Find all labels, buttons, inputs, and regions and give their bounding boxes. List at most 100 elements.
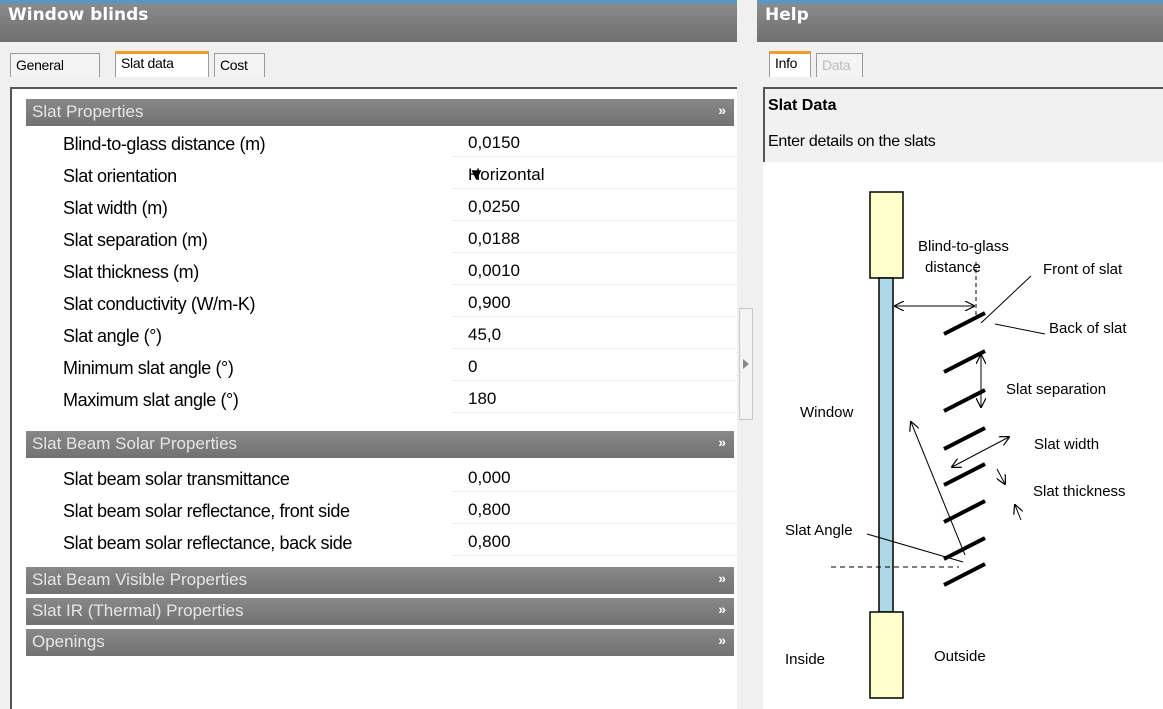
slat-thickness-arrow [1015,505,1021,521]
property-value: 0,0188 [468,229,520,248]
property-value-field[interactable]: 0,800 [452,529,742,556]
property-value: 0,000 [468,468,511,487]
property-value-field[interactable]: 45,0 [452,322,742,349]
row-slat-angle: Slat angle (°) 45,0 [26,320,742,351]
property-label: Slat thickness (m) [63,262,199,282]
label-inside: Inside [785,651,825,668]
property-label: Slat beam solar reflectance, back side [63,533,352,553]
section-title: Slat IR (Thermal) Properties [32,601,244,620]
label-slat-thickness: Slat thickness [1033,483,1126,500]
section-slat-beam-visible[interactable]: Slat Beam Visible Properties » [26,567,734,594]
property-value: 180 [468,389,497,408]
property-value-field[interactable]: 0,900 [452,290,742,317]
window-title: Window blinds [8,5,149,25]
row-blind-to-glass-distance: Blind-to-glass distance (m) 0,0150 [26,128,742,159]
front-of-slat-leader [980,275,1032,324]
row-slat-orientation: Slat orientation Horizontal ▼ [26,160,742,191]
row-slat-conductivity: Slat conductivity (W/m-K) 0,900 [26,288,742,319]
tab-cost[interactable]: Cost [214,53,265,77]
row-maximum-slat-angle: Maximum slat angle (°) 180 [26,384,742,415]
property-value: 0,0250 [468,197,520,216]
property-label: Maximum slat angle (°) [63,390,239,410]
title-bar: Window blinds [0,0,737,42]
row-slat-thickness: Slat thickness (m) 0,0010 [26,256,742,287]
property-label: Slat conductivity (W/m-K) [63,294,256,314]
label-window: Window [800,404,854,421]
row-slat-beam-solar-reflectance-front: Slat beam solar reflectance, front side … [26,495,742,526]
property-label: Blind-to-glass distance (m) [63,134,266,154]
property-value-field[interactable]: 180 [452,386,742,413]
slat-thickness-arrow [997,468,1005,484]
row-slat-width: Slat width (m) 0,0250 [26,192,742,223]
property-value-field[interactable]: 0,0250 [452,194,742,221]
section-title: Slat Properties [32,102,144,121]
dropdown-arrow-icon[interactable]: ▼ [468,165,732,185]
help-pane: Help Info Data Slat Data Enter details o… [757,0,1163,709]
label-slat-angle: Slat Angle [785,522,853,539]
property-value: 0,900 [468,293,511,312]
property-label: Slat width (m) [63,198,168,218]
slat [943,536,986,561]
triangle-right-icon[interactable] [743,359,749,369]
back-of-slat-leader [994,323,1046,335]
property-label: Slat orientation [63,166,177,186]
tab-info[interactable]: Info [769,51,811,77]
property-value-field[interactable]: 0,0010 [452,258,742,285]
property-label: Minimum slat angle (°) [63,358,234,378]
splitter-handle[interactable] [739,308,753,420]
property-value: 0,0150 [468,133,520,152]
property-grid: Slat Properties » Blind-to-glass distanc… [10,87,742,709]
property-value: 0,800 [468,532,511,551]
chevron-double-right-icon[interactable]: » [718,570,726,586]
pane-splitter[interactable] [737,0,757,709]
section-title: Slat Beam Visible Properties [32,570,248,589]
help-header: Slat Data Enter details on the slats [763,87,1163,162]
property-label: Slat angle (°) [63,326,162,346]
label-back-of-slat: Back of slat [1049,320,1127,337]
label-blind-to-glass: Blind-to-glass [918,238,1009,255]
tab-data[interactable]: Data [816,53,863,77]
property-value-field[interactable]: 0 [452,354,742,381]
chevron-double-right-icon[interactable]: » [718,632,726,648]
help-heading: Slat Data [768,97,837,114]
property-label: Slat beam solar reflectance, front side [63,501,350,521]
section-slat-properties[interactable]: Slat Properties » [26,99,734,126]
property-value-field[interactable]: 0,000 [452,465,742,492]
label-slat-width: Slat width [1034,436,1099,453]
label-slat-separation: Slat separation [1006,381,1106,398]
property-value-field[interactable]: 0,0188 [452,226,742,253]
window-frame-top [869,191,904,279]
help-title-bar: Help [757,0,1163,42]
property-value-field[interactable]: 0,800 [452,497,742,524]
slat [943,311,986,336]
chevron-double-right-icon[interactable]: » [718,601,726,617]
slat [943,426,986,451]
help-content: Slat Data Enter details on the slats Bli… [763,87,1163,709]
window-frame-bottom [869,611,904,699]
window-blinds-pane: Window blinds General Slat data Cost Sla… [0,0,742,709]
row-slat-beam-solar-transmittance: Slat beam solar transmittance 0,000 [26,463,742,494]
section-slat-ir-thermal[interactable]: Slat IR (Thermal) Properties » [26,598,734,625]
section-title: Openings [32,632,105,651]
slat [943,349,986,374]
section-openings[interactable]: Openings » [26,629,734,656]
help-title: Help [765,5,809,25]
tab-slat-data[interactable]: Slat data [115,51,209,77]
window-glass [878,277,894,613]
property-value-field[interactable]: 0,0150 [452,130,742,157]
slat-orientation-select[interactable]: Horizontal ▼ [452,162,742,189]
chevron-double-down-icon[interactable]: » [718,102,726,118]
property-value: 0 [468,357,478,376]
tab-general[interactable]: General [10,53,100,77]
slat-diagram: Blind-to-glass distance Front of slat Ba… [785,191,1127,699]
property-value: 0,0010 [468,261,520,280]
help-description: Enter details on the slats [768,133,936,150]
property-value: 0,800 [468,500,511,519]
section-slat-beam-solar[interactable]: Slat Beam Solar Properties » [26,431,734,458]
label-outside: Outside [934,648,986,665]
property-value: 45,0 [468,325,502,344]
slat [943,388,986,413]
slats [943,311,986,587]
row-slat-separation: Slat separation (m) 0,0188 [26,224,742,255]
chevron-double-down-icon[interactable]: » [718,434,726,450]
